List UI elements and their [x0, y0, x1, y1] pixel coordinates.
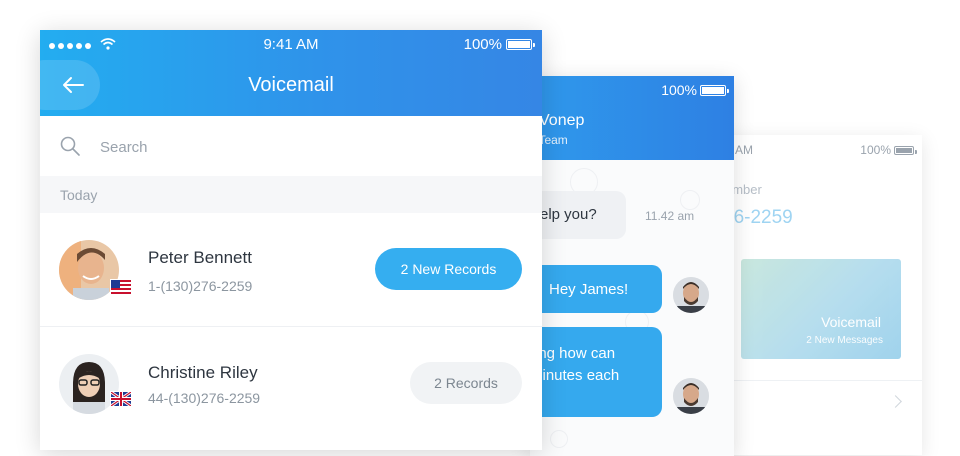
battery-icon	[700, 84, 729, 96]
battery-status: 100%	[463, 36, 535, 53]
section-label: Today	[60, 187, 98, 203]
contact-name: Peter Bennett	[148, 248, 252, 267]
voicemail-phone-screen: 9:41 AM 100% Voicemail Today	[40, 30, 542, 450]
battery-percent: 100%	[860, 143, 891, 157]
message-line: minutes each	[530, 367, 620, 384]
status-bar: 9:41 AM 100%	[40, 36, 542, 54]
message-time: 11.42 am	[645, 209, 695, 223]
contact-name: Christine Riley	[148, 363, 258, 382]
divider	[725, 380, 922, 381]
battery-percent: 100%	[463, 36, 502, 53]
background-pattern	[550, 430, 568, 448]
contact-phone: 1-(130)276-2259	[148, 278, 253, 294]
voicemail-card[interactable]: Voicemail 2 New Messages	[741, 259, 901, 359]
list-item[interactable]: Christine Riley 44-(130)276-2259 2 Recor…	[40, 327, 542, 440]
page-title: Voicemail	[248, 74, 334, 96]
search-icon	[60, 136, 80, 156]
outgoing-message: ring how can minutes each	[530, 327, 662, 417]
search-input[interactable]	[98, 130, 502, 164]
uk-flag-icon	[110, 391, 132, 407]
voicemail-card-title: Voicemail	[821, 314, 881, 330]
avatar[interactable]	[673, 277, 709, 313]
search-bar	[40, 116, 542, 176]
voicemail-card-subtitle: 2 New Messages	[806, 335, 883, 346]
status-time: AM	[735, 143, 753, 157]
outgoing-message: Hey James!	[530, 265, 662, 313]
incoming-message: elp you?	[530, 191, 626, 239]
us-flag-icon	[110, 279, 132, 295]
status-bar: AM 100%	[705, 143, 922, 157]
battery-icon	[894, 145, 917, 155]
contact-phone: 44-(130)276-2259	[148, 390, 261, 406]
chat-header: 100% Vonep rt Team	[530, 76, 734, 160]
background-pattern	[680, 190, 700, 210]
battery-percent: 100%	[661, 82, 697, 98]
message-line: ring how can	[530, 345, 616, 362]
battery-status: 100%	[860, 143, 917, 157]
list-item[interactable]: Peter Bennett 1-(130)276-2259 2 New Reco…	[40, 213, 542, 327]
section-header: Today	[40, 176, 542, 213]
battery-status: 100%	[661, 82, 729, 98]
avatar[interactable]	[673, 378, 709, 414]
battery-icon	[506, 39, 535, 50]
back-phone-screen: AM 100% umber 76-2259 Voicemail 2 New Me…	[705, 135, 922, 455]
chat-phone-screen: 100% Vonep rt Team elp you? 11.42 am Hey…	[530, 76, 734, 456]
chat-contact-name: Vonep	[539, 112, 585, 129]
app-header: 9:41 AM 100% Voicemail	[40, 30, 542, 116]
chevron-right-icon[interactable]	[889, 395, 902, 408]
records-button[interactable]: 2 Records	[410, 362, 522, 404]
new-records-button[interactable]: 2 New Records	[375, 248, 522, 290]
